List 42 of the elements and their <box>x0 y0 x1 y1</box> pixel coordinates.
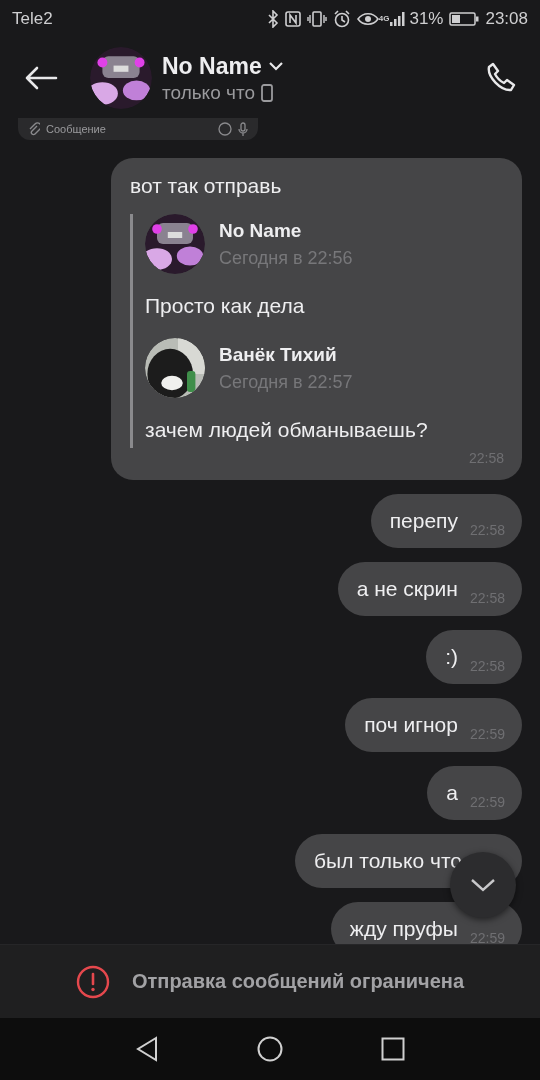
carrier-name: Tele2 <box>12 9 53 29</box>
battery-percent: 31% <box>409 9 444 29</box>
quote-author: No Name <box>219 219 303 242</box>
emoji-icon <box>218 122 232 136</box>
contact-name[interactable]: No Name <box>162 52 262 80</box>
back-arrow-icon <box>24 66 58 90</box>
restriction-notice: Отправка сообщений ограничена <box>131 970 465 993</box>
recents-button[interactable] <box>381 1037 405 1061</box>
back-button[interactable] <box>24 66 58 90</box>
chevron-down-icon <box>470 878 496 892</box>
square-recents-icon <box>381 1037 405 1061</box>
phone-device-icon <box>260 83 273 102</box>
back-nav-button[interactable] <box>135 1036 159 1062</box>
vibrate-icon <box>306 11 327 27</box>
paperclip-icon <box>28 122 40 136</box>
network-type: 4G <box>378 15 390 23</box>
message-text: а не скрин <box>356 576 458 602</box>
message-text: поч игнор <box>364 712 458 738</box>
quote-text: Просто как дела <box>145 294 306 318</box>
message-placeholder: Сообщение <box>46 123 107 135</box>
message-text: а <box>446 780 458 806</box>
battery-icon <box>449 12 480 26</box>
chevron-down-icon <box>267 61 284 71</box>
circle-home-icon <box>257 1036 283 1062</box>
triangle-back-icon <box>135 1036 159 1062</box>
warning-icon <box>75 964 110 999</box>
clock-time: 23:08 <box>485 9 528 29</box>
eye-icon <box>356 12 379 26</box>
nfc-icon <box>284 11 301 27</box>
message-text: :) <box>445 644 458 670</box>
home-button[interactable] <box>257 1036 283 1062</box>
microphone-icon <box>238 122 248 136</box>
signal-icon <box>389 11 406 27</box>
message-input-field[interactable]: Сообщение <box>18 118 258 140</box>
last-seen-status: только что <box>162 81 255 104</box>
message-text: жду пруфы <box>349 916 458 942</box>
quote-author: Ванёк Тихий <box>219 343 338 366</box>
quote-text: зачем людей обманываешь? <box>145 418 429 442</box>
message-text: перепу <box>389 508 458 534</box>
bluetooth-icon <box>266 10 279 28</box>
alarm-icon <box>332 10 351 28</box>
message-text: вот так отправь <box>130 173 283 199</box>
